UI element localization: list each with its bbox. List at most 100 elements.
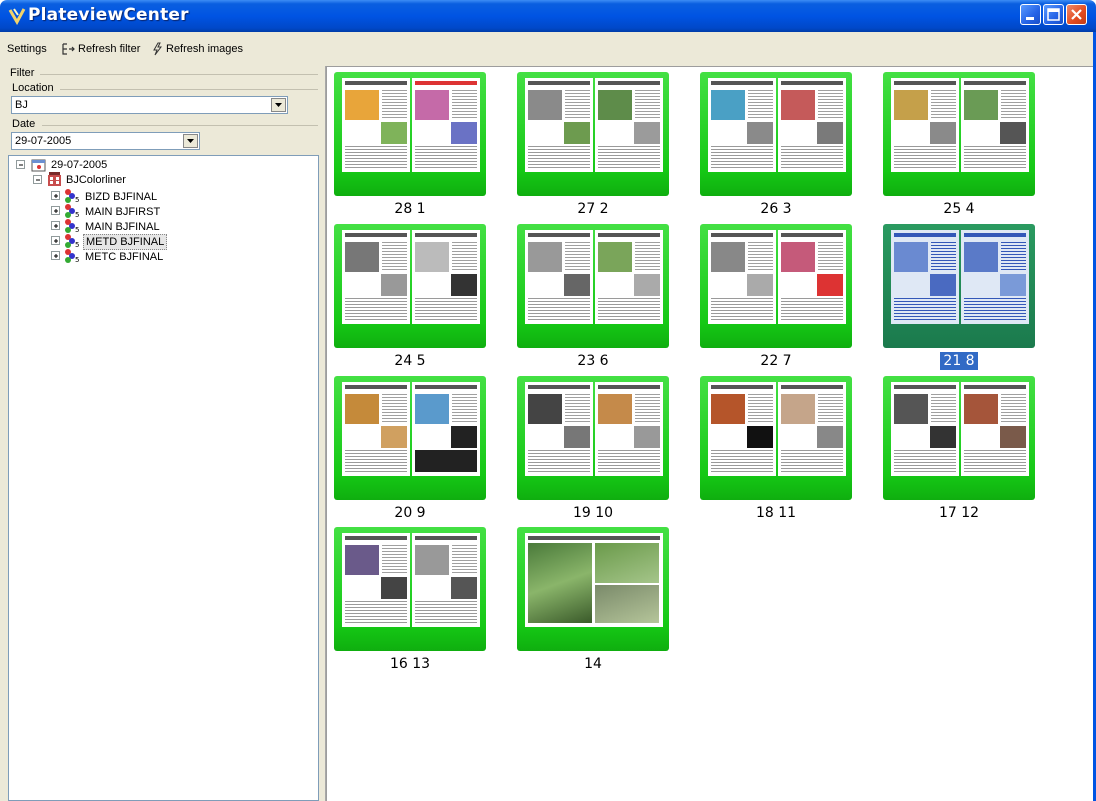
plate-label: 26 3	[760, 201, 792, 217]
plate-label: 16 13	[389, 656, 431, 672]
tree-press-node[interactable]: BJColorliner	[66, 173, 126, 187]
plate-label: 24 5	[394, 353, 426, 369]
tree-expand-toggle[interactable]	[51, 251, 60, 260]
filter-divider	[40, 74, 318, 75]
settings-menu[interactable]: Settings	[7, 41, 47, 57]
plate-label-text: 21 8	[940, 352, 978, 370]
page-preview	[961, 78, 1029, 172]
close-button[interactable]	[1066, 4, 1087, 25]
edition-icon: 5	[65, 249, 79, 263]
tree-edition-node[interactable]: METC BJFINAL	[85, 250, 163, 264]
tree-collapse-toggle[interactable]	[33, 175, 42, 184]
page-preview	[961, 230, 1029, 324]
refresh-filter-button[interactable]: Refresh filter	[61, 41, 140, 57]
close-icon	[1071, 9, 1082, 20]
settings-label: Settings	[7, 43, 47, 55]
location-value: BJ	[15, 99, 28, 111]
plate-thumbnail[interactable]	[883, 72, 1035, 196]
page-preview	[891, 78, 959, 172]
plate-thumbnail[interactable]	[700, 224, 852, 348]
refresh-images-button[interactable]: Refresh images	[151, 41, 243, 57]
publication-tree[interactable]: 29-07-2005 BJColorliner 5 BIZD BJFINAL 5…	[8, 155, 319, 801]
tree-expand-toggle[interactable]	[51, 236, 60, 245]
maximize-button[interactable]	[1043, 4, 1064, 25]
page-preview	[412, 230, 480, 324]
tree-expand-toggle[interactable]	[51, 191, 60, 200]
plate-thumbnail[interactable]	[334, 527, 486, 651]
svg-text:5: 5	[75, 211, 79, 218]
tree-expand-toggle[interactable]	[51, 206, 60, 215]
plus-icon	[54, 209, 58, 213]
location-dropdown-button[interactable]	[271, 98, 286, 112]
plate-label: 20 9	[394, 505, 426, 521]
plate-label: 17 12	[938, 505, 980, 521]
plate-thumbnail[interactable]	[517, 224, 669, 348]
plate-thumbnail[interactable]	[517, 72, 669, 196]
page-preview	[342, 78, 410, 172]
plate-thumbnail[interactable]	[883, 376, 1035, 500]
plate-thumbnail[interactable]	[517, 376, 669, 500]
edition-icon: 5	[65, 219, 79, 233]
svg-text:5: 5	[75, 226, 79, 233]
page-preview	[342, 533, 410, 627]
tree-edition-node-selected[interactable]: METD BJFINAL	[83, 234, 168, 250]
date-label: Date	[12, 118, 36, 130]
calendar-icon	[31, 159, 46, 172]
page-preview	[412, 533, 480, 627]
filter-group-label: Filter	[10, 67, 35, 79]
minimize-button[interactable]	[1020, 4, 1041, 25]
plate-thumbnail-selected[interactable]	[883, 224, 1035, 348]
edition-icon: 5	[65, 234, 79, 248]
page-preview	[708, 230, 776, 324]
refresh-filter-label: Refresh filter	[78, 43, 141, 55]
refresh-filter-icon	[62, 43, 75, 55]
page-preview	[708, 78, 776, 172]
plate-thumbnail[interactable]	[700, 72, 852, 196]
plus-icon	[54, 194, 58, 198]
location-divider	[60, 89, 318, 90]
window-title: PlateviewCenter	[28, 5, 189, 25]
page-preview	[961, 382, 1029, 476]
plus-icon	[54, 254, 58, 258]
page-preview	[778, 230, 846, 324]
panel-splitter[interactable]	[319, 66, 326, 801]
date-value: 29-07-2005	[15, 135, 72, 147]
plate-thumbnail[interactable]	[334, 376, 486, 500]
date-picker-button[interactable]	[183, 134, 198, 148]
page-preview	[412, 382, 480, 476]
page-preview	[891, 230, 959, 324]
page-preview	[525, 533, 663, 627]
tree-edition-node[interactable]: MAIN BJFINAL	[85, 220, 160, 234]
edition-icon: 5	[65, 204, 79, 218]
page-preview	[525, 382, 593, 476]
toolbar: Settings Refresh filter Refresh images	[0, 32, 1096, 67]
page-preview	[342, 382, 410, 476]
location-dropdown[interactable]: BJ	[11, 96, 288, 114]
minus-icon	[19, 164, 23, 166]
window-left-edge	[0, 66, 8, 801]
tree-expand-toggle[interactable]	[51, 221, 60, 230]
date-picker[interactable]: 29-07-2005	[11, 132, 200, 150]
title-bar: PlateviewCenter	[0, 0, 1096, 32]
tree-edition-node[interactable]: BIZD BJFINAL	[85, 190, 157, 204]
minus-icon	[36, 179, 40, 181]
plate-thumbnail[interactable]	[334, 72, 486, 196]
plate-label: 19 10	[572, 505, 614, 521]
plate-label: 18 11	[755, 505, 797, 521]
page-preview	[708, 382, 776, 476]
plus-icon	[54, 224, 58, 228]
plate-thumbnail[interactable]	[700, 376, 852, 500]
plate-view: 28 1 27 2 26 3 25 4 24 5 23 6 22 7 21 8 …	[326, 66, 1096, 801]
svg-text:5: 5	[75, 196, 79, 203]
page-preview	[595, 382, 663, 476]
plate-label-selected: 21 8	[883, 352, 1035, 370]
plate-thumbnail[interactable]	[334, 224, 486, 348]
tree-edition-node[interactable]: MAIN BJFIRST	[85, 205, 160, 219]
page-preview	[525, 230, 593, 324]
tree-collapse-toggle[interactable]	[16, 160, 25, 169]
tree-root-date[interactable]: 29-07-2005	[51, 158, 107, 172]
chevron-down-icon	[275, 103, 282, 107]
page-preview	[412, 78, 480, 172]
plate-thumbnail[interactable]	[517, 527, 669, 651]
edition-icon: 5	[65, 189, 79, 203]
